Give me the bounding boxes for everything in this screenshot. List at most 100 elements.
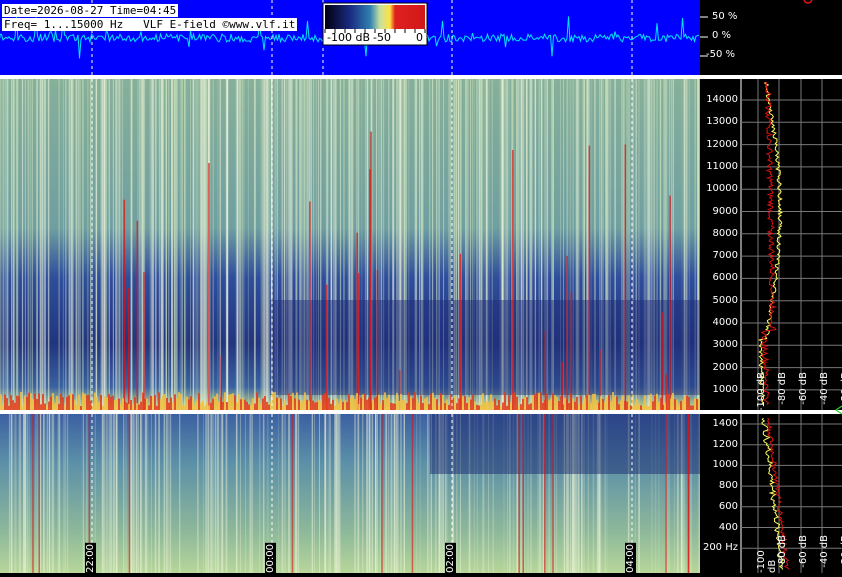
sferic-streak xyxy=(105,79,106,410)
sferic-streak-lower xyxy=(45,414,47,573)
low-freq-band xyxy=(554,395,556,410)
sferic-streak-lower xyxy=(362,414,364,573)
sferic-streak xyxy=(108,79,110,410)
low-freq-band xyxy=(314,402,316,410)
low-freq-band xyxy=(494,398,496,410)
low-freq-band xyxy=(16,395,18,410)
sferic-streak xyxy=(44,79,46,410)
freq-range-label: Freq= 1...15000 Hz VLF E-field ©www.vlf.… xyxy=(2,18,298,31)
low-freq-band xyxy=(502,402,504,410)
low-freq-band xyxy=(320,401,322,410)
sferic-streak xyxy=(241,79,244,410)
low-freq-band xyxy=(392,403,394,410)
sferic-streak xyxy=(43,79,45,410)
low-freq-band xyxy=(14,402,16,410)
sferic-streak xyxy=(65,79,67,410)
low-freq-band xyxy=(26,397,28,410)
low-freq-band xyxy=(266,401,268,410)
red-spike xyxy=(661,312,663,410)
sferic-streak xyxy=(121,79,123,410)
sferic-streak-lower xyxy=(329,414,331,573)
db-label-lower: -100 dB xyxy=(756,550,778,573)
low-freq-band xyxy=(18,396,20,410)
low-freq-band xyxy=(8,405,10,410)
separator-top xyxy=(0,75,842,79)
sferic-streak xyxy=(58,79,60,410)
low-freq-band xyxy=(306,399,308,410)
red-spike-lower xyxy=(381,414,383,573)
low-freq-band xyxy=(112,395,114,410)
low-freq-band xyxy=(624,400,626,410)
sferic-streak xyxy=(267,79,269,410)
waveform-label-50: 50 % xyxy=(712,11,738,22)
low-freq-band xyxy=(478,405,480,410)
sferic-streak-lower xyxy=(221,414,223,573)
sferic-streak-lower xyxy=(8,414,11,573)
sferic-streak xyxy=(1,79,3,410)
low-freq-band xyxy=(666,393,668,410)
sferic-streak xyxy=(62,79,64,410)
sferic-streak-lower xyxy=(379,414,382,573)
low-freq-band xyxy=(308,400,310,410)
sferic-streak-lower xyxy=(123,414,125,573)
low-freq-band xyxy=(660,397,662,410)
sferic-streak-lower xyxy=(284,414,286,573)
low-freq-band xyxy=(22,405,24,410)
sferic-streak xyxy=(4,79,6,410)
sferic-streak-lower xyxy=(311,414,313,573)
sferic-streak-lower xyxy=(125,414,127,573)
low-freq-band xyxy=(124,401,126,410)
low-freq-band xyxy=(236,402,238,410)
sferic-streak-lower xyxy=(355,414,357,573)
low-freq-band xyxy=(162,395,164,410)
low-freq-band xyxy=(238,394,240,410)
sferic-streak-lower xyxy=(116,414,118,573)
low-freq-band xyxy=(542,402,544,410)
sferic-streak xyxy=(158,79,161,410)
low-freq-band xyxy=(496,405,498,410)
low-freq-band xyxy=(688,397,690,410)
freq-label-upper: 6000 xyxy=(712,272,738,284)
low-freq-band xyxy=(158,392,160,410)
dark-band xyxy=(270,300,700,395)
low-freq-band xyxy=(404,400,406,410)
low-freq-band xyxy=(188,399,190,410)
sferic-streak-lower xyxy=(397,414,399,573)
low-freq-band xyxy=(432,392,434,410)
low-freq-band xyxy=(164,394,166,410)
low-freq-band xyxy=(294,398,296,410)
low-freq-band xyxy=(604,401,606,410)
sferic-streak xyxy=(106,79,108,410)
low-freq-band xyxy=(290,395,292,410)
sferic-streak-lower xyxy=(214,414,217,573)
low-freq-band xyxy=(534,394,536,410)
low-freq-band xyxy=(28,392,30,410)
low-freq-band xyxy=(594,393,596,410)
sferic-streak-lower xyxy=(334,414,336,573)
sferic-streak-lower xyxy=(167,414,169,573)
low-freq-band xyxy=(552,393,554,410)
sferic-streak xyxy=(149,79,151,410)
sferic-streak xyxy=(72,79,75,410)
sferic-streak xyxy=(264,79,265,410)
low-freq-band xyxy=(628,395,630,410)
sferic-streak xyxy=(112,79,114,410)
low-freq-band xyxy=(54,403,56,410)
low-freq-band xyxy=(504,392,506,410)
low-freq-band xyxy=(402,400,404,410)
low-freq-band xyxy=(336,398,338,410)
low-freq-band xyxy=(210,402,212,410)
low-freq-band xyxy=(50,396,52,410)
sferic-streak xyxy=(76,79,78,410)
sferic-streak-lower xyxy=(142,414,144,573)
low-freq-band xyxy=(302,400,304,410)
low-freq-band xyxy=(304,392,306,410)
low-freq-band xyxy=(642,405,644,410)
low-freq-band xyxy=(400,394,402,410)
low-freq-band xyxy=(662,404,664,410)
low-freq-band xyxy=(310,394,312,410)
low-freq-band xyxy=(208,405,210,410)
low-freq-band xyxy=(52,393,54,410)
sferic-streak-lower xyxy=(338,414,341,573)
sferic-streak xyxy=(151,79,154,410)
